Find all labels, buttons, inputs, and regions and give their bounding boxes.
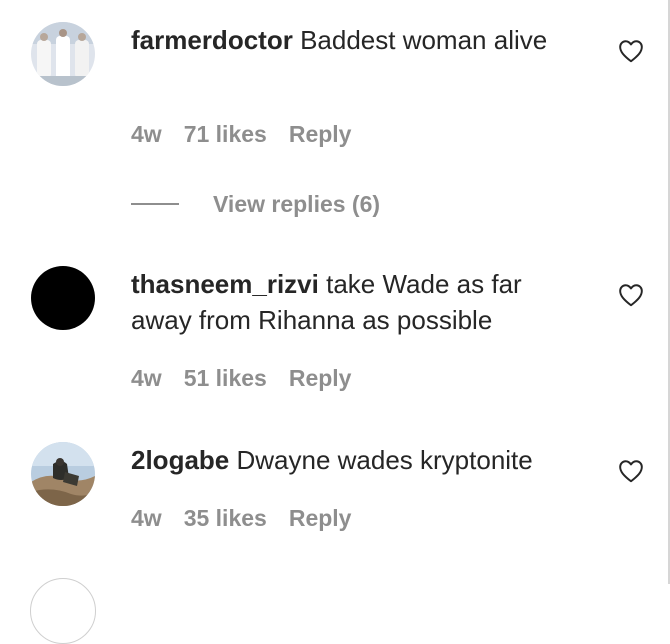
comment-username[interactable]: thasneem_rizvi	[131, 269, 319, 299]
comment-time[interactable]: 4w	[131, 121, 162, 147]
comment-likes[interactable]: 71 likes	[184, 121, 267, 147]
comment-username[interactable]: farmerdoctor	[131, 25, 293, 55]
comment-time[interactable]: 4w	[131, 365, 162, 391]
heart-outline-icon[interactable]	[618, 39, 644, 63]
comment-body: Baddest woman alive	[300, 25, 548, 55]
user-avatar[interactable]	[31, 22, 95, 86]
heart-outline-icon[interactable]	[618, 459, 644, 483]
view-replies-line	[131, 203, 179, 205]
comment-username[interactable]: 2logabe	[131, 445, 229, 475]
comment-meta: 4w 71 likes Reply	[131, 121, 373, 148]
comment-meta: 4w 35 likes Reply	[131, 505, 373, 532]
comment-text-block: thasneem_rizvi take Wade as far away fro…	[131, 266, 581, 338]
comment-meta: 4w 51 likes Reply	[131, 365, 373, 392]
user-avatar[interactable]	[31, 442, 95, 506]
2logabe-avatar-icon	[31, 442, 95, 506]
reply-button[interactable]: Reply	[289, 121, 352, 147]
farmerdoctor-avatar-icon	[31, 22, 95, 86]
reply-button[interactable]: Reply	[289, 365, 352, 391]
comment-body: Dwayne wades kryptonite	[236, 445, 533, 475]
comment-text-block: farmerdoctor Baddest woman alive	[131, 22, 581, 58]
thasneem-avatar-icon	[31, 266, 95, 330]
heart-outline-icon[interactable]	[618, 283, 644, 307]
view-replies-button[interactable]: View replies (6)	[131, 187, 380, 221]
comment-text-block: 2logabe Dwayne wades kryptonite	[131, 442, 581, 478]
comment-likes[interactable]: 35 likes	[184, 505, 267, 531]
next-comment-avatar[interactable]	[30, 578, 96, 644]
user-avatar[interactable]	[31, 266, 95, 330]
comment-time[interactable]: 4w	[131, 505, 162, 531]
comment-likes[interactable]: 51 likes	[184, 365, 267, 391]
reply-button[interactable]: Reply	[289, 505, 352, 531]
view-replies-label: View replies (6)	[213, 190, 381, 217]
